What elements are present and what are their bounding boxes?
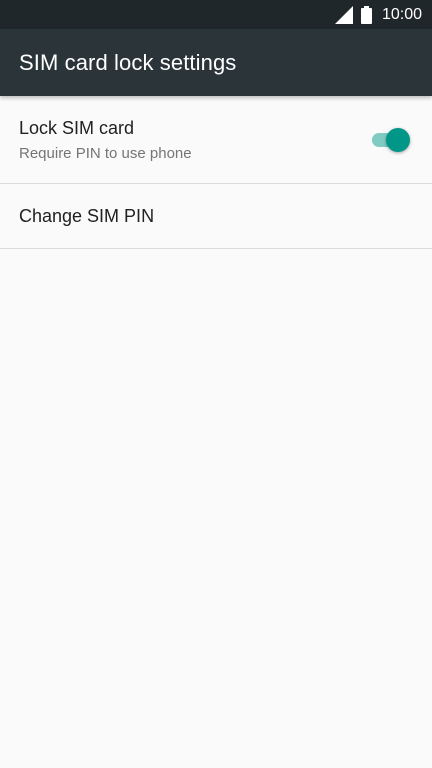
toggle-thumb	[386, 127, 410, 152]
lock-sim-card-row[interactable]: Lock SIM card Require PIN to use phone	[0, 96, 432, 184]
signal-icon	[334, 5, 353, 24]
lock-sim-card-toggle[interactable]	[370, 127, 410, 153]
lock-sim-card-title: Lock SIM card	[19, 117, 135, 138]
settings-list: Lock SIM card Require PIN to use phone C…	[0, 96, 432, 249]
lock-sim-card-summary: Require PIN to use phone	[19, 144, 192, 162]
change-sim-pin-text: Change SIM PIN	[19, 206, 410, 227]
lock-sim-card-text: Lock SIM card Require PIN to use phone	[19, 118, 370, 162]
battery-icon	[360, 5, 372, 24]
app-bar: SIM card lock settings	[0, 29, 432, 96]
status-time: 10:00	[381, 5, 422, 23]
page-title: SIM card lock settings	[19, 49, 237, 75]
change-sim-pin-row[interactable]: Change SIM PIN	[0, 184, 432, 249]
change-sim-pin-title: Change SIM PIN	[19, 205, 155, 226]
status-bar: 10:00	[0, 0, 432, 29]
